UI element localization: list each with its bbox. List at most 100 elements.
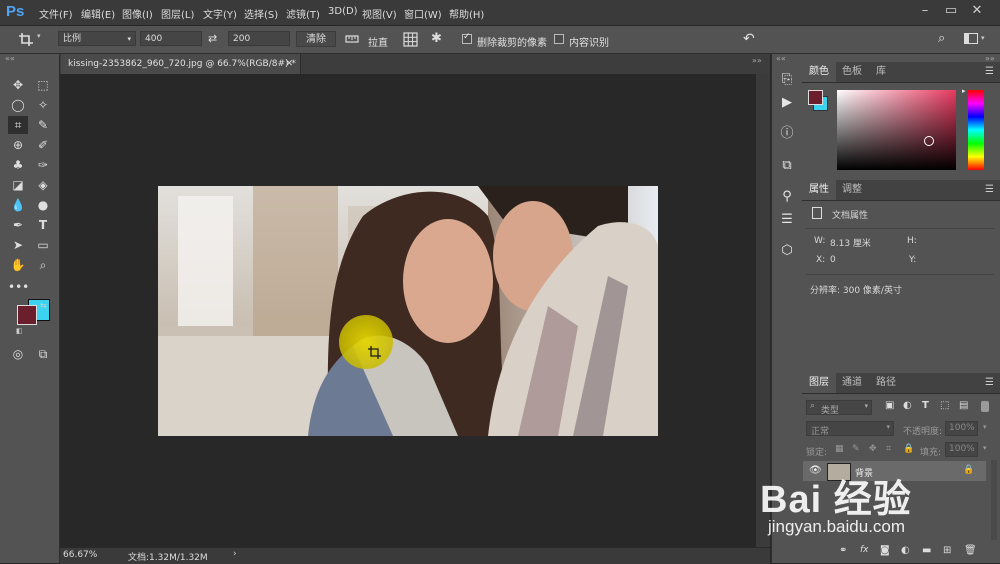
width-value[interactable]: 8.13 厘米 — [830, 236, 871, 249]
ratio-select[interactable]: 比例 ▾ — [58, 31, 136, 46]
menu-type[interactable]: 文字(Y) — [203, 6, 237, 21]
lasso-tool-icon[interactable]: ◯ — [8, 96, 28, 114]
more-tools-icon[interactable]: ••• — [8, 278, 29, 296]
maximize-icon[interactable]: ▭ — [940, 2, 962, 20]
blur-tool-icon[interactable]: 💧 — [8, 196, 28, 214]
lock-all-icon[interactable]: 🔒 — [903, 444, 914, 454]
tab-libraries[interactable]: 库 — [869, 62, 893, 82]
info-icon[interactable]: ⓘ — [777, 125, 797, 143]
fill-chevron-icon[interactable]: ▾ — [983, 444, 987, 452]
rectangle-tool-icon[interactable]: ▭ — [33, 236, 53, 254]
straighten-label[interactable]: 拉直 — [368, 34, 388, 49]
gear-icon[interactable]: ✱ — [431, 31, 442, 46]
clone-source-icon[interactable]: ⧉ — [777, 157, 797, 175]
workspace-chevron-icon[interactable]: ▾ — [981, 34, 985, 42]
history-icon[interactable]: ⎘ — [777, 71, 797, 89]
blend-mode-select[interactable]: 正常 ▾ — [806, 421, 894, 437]
lock-artboard-icon[interactable]: ⌗ — [886, 444, 891, 454]
screen-mode-icon[interactable]: ⧉ — [33, 345, 53, 363]
opacity-input[interactable]: 100% — [945, 421, 978, 436]
menu-edit[interactable]: 编辑(E) — [81, 6, 115, 21]
tab-color[interactable]: 颜色 — [802, 62, 836, 82]
panel-menu-icon[interactable]: ☰ — [985, 184, 994, 195]
zoom-tool-icon[interactable]: ⌕ — [33, 256, 53, 274]
swap-colors-icon[interactable]: ⇆ — [40, 301, 47, 310]
foreground-color-swatch[interactable] — [17, 305, 37, 325]
quick-mask-icon[interactable]: ◎ — [8, 345, 28, 363]
color-picker-field[interactable] — [837, 90, 956, 170]
lock-position-icon[interactable]: ✥ — [869, 444, 877, 454]
eraser-icon[interactable]: ◪ — [8, 176, 28, 194]
workspace-icon[interactable] — [964, 33, 978, 44]
panel-menu-icon[interactable]: ☰ — [985, 377, 994, 388]
type-tool-icon[interactable]: T — [33, 216, 53, 234]
document-photo[interactable] — [158, 186, 658, 436]
document-tab[interactable]: kissing-2353862_960_720.jpg @ 66.7%(RGB/… — [61, 54, 301, 74]
dodge-tool-icon[interactable]: ● — [33, 196, 53, 214]
hand-tool-icon[interactable]: ✋ — [8, 256, 28, 274]
layer-filter-select[interactable]: ⌕ 类型 ▾ — [806, 400, 872, 416]
adjustment-layer-icon[interactable]: ◐ — [901, 545, 910, 556]
filter-smart-object-icon[interactable]: ▤ — [959, 400, 968, 411]
layer-mask-icon[interactable]: ◙ — [880, 545, 890, 556]
lock-transparent-icon[interactable]: ▦ — [835, 444, 844, 454]
filter-type-icon[interactable]: T — [922, 400, 929, 411]
crop-tool-icon[interactable]: ⌗ — [8, 116, 28, 134]
menu-window[interactable]: 窗口(W) — [404, 6, 442, 21]
tab-adjustments[interactable]: 调整 — [835, 180, 869, 200]
color-panel-foreground-swatch[interactable] — [808, 90, 823, 105]
clear-button[interactable]: 清除 — [296, 31, 336, 47]
layers-scrollbar[interactable] — [991, 460, 997, 540]
status-menu-icon[interactable]: › — [233, 549, 237, 559]
x-value[interactable]: 0 — [830, 255, 836, 265]
expand-panels-icon[interactable]: »» — [752, 56, 762, 65]
reset-icon[interactable]: ↶ — [743, 31, 755, 47]
tool-preset-chevron-icon[interactable]: ▾ — [37, 32, 41, 40]
new-layer-icon[interactable]: ⊞ — [943, 545, 951, 556]
color-picker-handle[interactable] — [924, 136, 934, 146]
collapse-icon[interactable]: «« — [5, 54, 15, 63]
marquee-tool-icon[interactable]: ⬚ — [33, 76, 53, 94]
swap-icon[interactable]: ⇄ — [208, 32, 217, 45]
lock-image-icon[interactable]: ✎ — [852, 444, 860, 454]
menu-filter[interactable]: 滤镜(T) — [286, 6, 320, 21]
brush-settings-icon[interactable]: ⚲ — [777, 188, 797, 206]
actions-play-icon[interactable]: ▶ — [777, 94, 797, 112]
menu-3d[interactable]: 3D(D) — [328, 6, 358, 17]
straighten-icon[interactable] — [345, 34, 359, 44]
overlay-grid-icon[interactable] — [403, 32, 418, 47]
tab-properties[interactable]: 属性 — [802, 180, 836, 200]
brush-presets-icon[interactable]: ☰ — [777, 211, 797, 229]
tab-close-icon[interactable]: ✕ — [285, 54, 293, 74]
search-icon[interactable]: ⌕ — [938, 31, 945, 46]
opacity-chevron-icon[interactable]: ▾ — [983, 423, 987, 431]
layer-style-icon[interactable]: fx — [860, 545, 869, 555]
history-brush-icon[interactable]: ✑ — [33, 156, 53, 174]
minimize-icon[interactable]: – — [914, 2, 936, 20]
tab-paths[interactable]: 路径 — [869, 373, 903, 393]
filter-shape-icon[interactable]: ⬚ — [940, 400, 949, 411]
menu-file[interactable]: 文件(F) — [39, 6, 73, 21]
pen-tool-icon[interactable]: ✒ — [8, 216, 28, 234]
zoom-level[interactable]: 66.67% — [63, 550, 97, 560]
link-layers-icon[interactable]: ⚭ — [839, 545, 847, 556]
default-colors-icon[interactable]: ◧ — [16, 327, 23, 335]
healing-brush-icon[interactable]: ⊕ — [8, 136, 28, 154]
clone-stamp-icon[interactable]: ♣ — [8, 156, 28, 174]
crop-width-input[interactable]: 400 — [140, 31, 202, 46]
filter-adjustment-icon[interactable]: ◐ — [903, 400, 912, 411]
tab-channels[interactable]: 通道 — [835, 373, 869, 393]
tab-swatches[interactable]: 色板 — [835, 62, 869, 82]
delete-cropped-checkbox[interactable]: ✓ — [462, 32, 472, 44]
crop-height-input[interactable]: 200 — [228, 31, 290, 46]
content-aware-checkbox[interactable] — [554, 34, 564, 44]
group-folder-icon[interactable]: ▬ — [922, 545, 931, 556]
hue-slider[interactable] — [968, 90, 984, 170]
menu-help[interactable]: 帮助(H) — [449, 6, 484, 21]
menu-select[interactable]: 选择(S) — [244, 6, 278, 21]
path-selection-icon[interactable]: ➤ — [8, 236, 28, 254]
brush-tool-icon[interactable]: ✐ — [33, 136, 53, 154]
eyedropper-icon[interactable]: ✎ — [33, 116, 53, 134]
paint-bucket-icon[interactable]: ◈ — [33, 176, 53, 194]
filter-toggle[interactable] — [981, 401, 989, 412]
